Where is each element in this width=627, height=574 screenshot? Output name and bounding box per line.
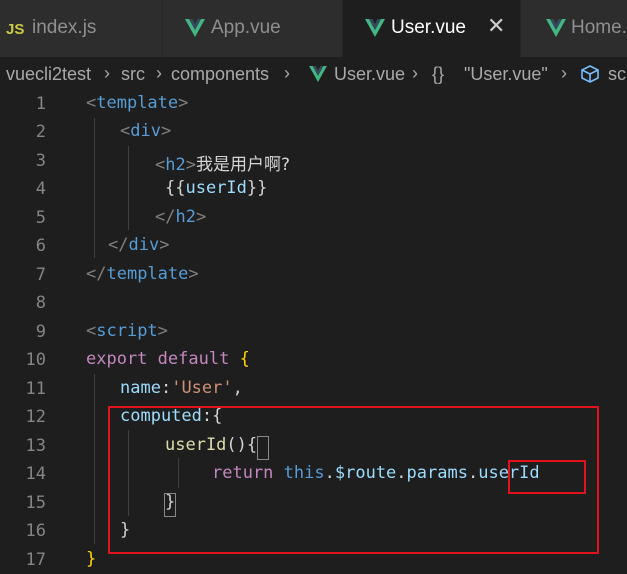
line-number: 2 [35,122,46,142]
code-line: <script> [86,321,168,341]
code-line: </template> [86,264,199,284]
breadcrumb-folder-components[interactable]: components [171,64,269,85]
line-number: 1 [35,94,46,114]
breadcrumb-file-user-vue[interactable]: User.vue [334,64,405,85]
code-line: </div> [108,235,170,255]
close-icon[interactable]: ✕ [487,14,505,39]
line-number: 16 [25,521,46,541]
code-line: <template> [86,93,189,113]
code-editor[interactable]: 1 2 3 4 5 6 7 8 9 10 11 12 13 14 15 16 1… [0,90,627,574]
code-line: <h2>我是用户啊? [155,155,291,175]
line-number: 5 [35,208,46,228]
breadcrumb-folder-src[interactable]: src [121,64,145,85]
line-number: 17 [25,550,46,570]
object-braces-icon: {} [432,64,445,84]
chevron-right-icon: › [156,63,162,83]
tab-label: User.vue [391,17,466,38]
chevron-right-icon: › [284,63,290,83]
javascript-file-icon: JS [6,21,25,38]
line-number: 15 [25,493,46,513]
tab-label: App.vue [211,17,281,38]
tab-user-vue[interactable]: User.vue ✕ [343,0,521,57]
indent-guide [94,374,95,544]
tab-home-vue[interactable]: Home.vue [521,0,627,57]
breadcrumb-symbol-user-vue[interactable]: "User.vue" [464,64,548,85]
code-line: } [86,549,97,569]
tab-index-js[interactable]: JS index.js [0,0,163,57]
line-number: 4 [35,179,46,199]
chevron-right-icon: › [104,63,110,83]
line-number: 9 [35,322,46,342]
line-number: 10 [25,350,46,370]
code-line: {{userId}} [165,178,268,198]
indent-guide [128,146,129,230]
vue-file-icon [309,66,327,82]
breadcrumb-symbol-script[interactable]: sc [608,64,626,85]
line-number: 14 [25,464,46,484]
code-line: export default { [86,349,250,369]
line-number: 7 [35,265,46,285]
line-number: 3 [35,151,46,171]
code-line: name:'User', [120,378,243,398]
line-number: 12 [25,407,46,427]
chevron-right-icon: › [412,63,418,83]
line-number: 8 [35,293,46,313]
code-line: </h2> [155,207,207,227]
line-number: 6 [35,236,46,256]
code-line: <div> [120,121,172,141]
tab-app-vue[interactable]: App.vue [163,0,343,57]
breadcrumb: vuecli2test › src › components › User.vu… [0,57,627,90]
tab-label: index.js [32,17,97,38]
tab-bar: JS index.js App.vue User.vue ✕ Home.vue [0,0,627,57]
line-number: 13 [25,436,46,456]
tab-label: Home.vue [571,17,627,38]
vue-file-icon [546,19,566,37]
vue-file-icon [365,19,385,37]
cube-icon [581,65,599,83]
line-number: 11 [25,379,46,399]
indent-guide [94,118,95,258]
breadcrumb-folder-vuecli2test[interactable]: vuecli2test [6,64,91,85]
highlight-box [508,460,586,494]
chevron-right-icon: › [561,63,567,83]
vue-file-icon [185,19,205,37]
